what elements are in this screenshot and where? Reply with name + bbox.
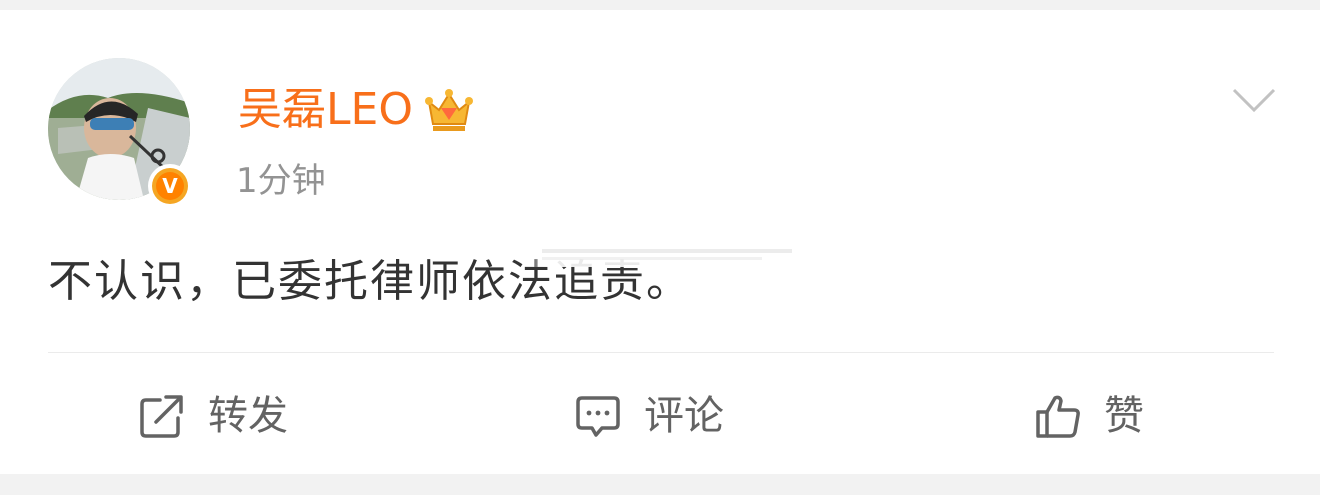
comment-button[interactable]: 评论 bbox=[574, 386, 724, 446]
share-icon bbox=[140, 395, 183, 438]
divider bbox=[48, 352, 1274, 353]
crown-icon[interactable] bbox=[423, 84, 475, 136]
weibo-post-card: V 吴磊LEO 1分钟 不认识，已委托律师依法追责。 转发 评论 赞 bbox=[0, 10, 1320, 474]
post-timestamp: 1分钟 bbox=[236, 161, 326, 201]
verified-badge: V bbox=[148, 164, 192, 208]
like-button[interactable]: 赞 bbox=[1034, 386, 1144, 446]
repost-label: 转发 bbox=[208, 393, 288, 439]
comment-label: 评论 bbox=[644, 393, 724, 439]
username[interactable]: 吴磊LEO bbox=[238, 80, 413, 140]
comment-icon bbox=[576, 396, 620, 437]
like-label: 赞 bbox=[1104, 393, 1144, 439]
blur-overlay bbox=[522, 239, 812, 267]
repost-button[interactable]: 转发 bbox=[138, 386, 288, 446]
author-row: 吴磊LEO bbox=[238, 80, 475, 140]
verified-icon: V bbox=[156, 172, 184, 200]
chevron-down-icon[interactable] bbox=[1230, 84, 1278, 116]
thumbs-up-icon bbox=[1036, 395, 1080, 438]
